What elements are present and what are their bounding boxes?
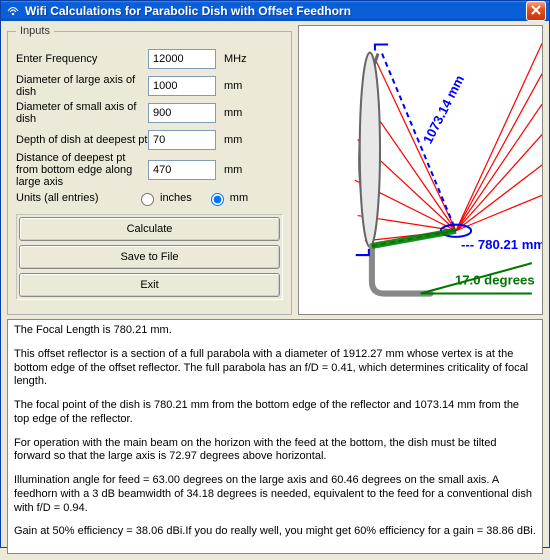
button-group: Calculate Save to File Exit — [16, 214, 283, 300]
dist-deepest-input[interactable] — [148, 160, 216, 180]
frequency-label: Enter Frequency — [16, 53, 148, 65]
small-axis-input[interactable] — [148, 103, 216, 123]
frequency-unit: MHz — [224, 53, 247, 65]
close-icon — [531, 4, 541, 18]
dish-diagram: 1073.14 mm --- 780.21 mm 17.0 degrees — [298, 25, 543, 315]
close-button[interactable] — [526, 1, 546, 21]
app-icon — [5, 3, 21, 19]
titlebar: Wifi Calculations for Parabolic Dish wit… — [1, 1, 549, 21]
depth-unit: mm — [224, 134, 242, 146]
depth-label: Depth of dish at deepest pt — [16, 134, 148, 146]
depth-input[interactable] — [148, 130, 216, 150]
units-label: Units (all entries) — [16, 192, 126, 204]
dist-deepest-label: Distance of deepest pt from bottom edge … — [16, 152, 148, 188]
units-radio-mm-label: mm — [230, 192, 248, 204]
inputs-legend: Inputs — [16, 25, 54, 37]
small-axis-label: Diameter of small axis of dish — [16, 101, 148, 125]
units-radio-inches[interactable]: inches — [136, 190, 192, 206]
large-axis-input[interactable] — [148, 76, 216, 96]
results-p5: Illumination angle for feed = 63.00 degr… — [14, 474, 536, 515]
inputs-group: Inputs Enter Frequency MHz Diameter of l… — [7, 25, 292, 315]
small-axis-unit: mm — [224, 107, 242, 119]
large-axis-unit: mm — [224, 80, 242, 92]
results-p4: For operation with the main beam on the … — [14, 437, 536, 465]
units-radio-mm-input[interactable] — [211, 193, 224, 206]
results-p2: This offset reflector is a section of a … — [14, 348, 536, 389]
exit-button[interactable]: Exit — [19, 273, 280, 297]
diagram-bottom-distance: --- 780.21 mm — [461, 237, 542, 252]
units-radio-inches-label: inches — [160, 192, 192, 204]
results-panel: The Focal Length is 780.21 mm. This offs… — [7, 319, 543, 554]
calculate-button[interactable]: Calculate — [19, 217, 280, 241]
save-button[interactable]: Save to File — [19, 245, 280, 269]
results-p3: The focal point of the dish is 780.21 mm… — [14, 399, 536, 427]
results-p1: The Focal Length is 780.21 mm. — [14, 324, 536, 338]
units-radio-mm[interactable]: mm — [206, 190, 248, 206]
units-radio-inches-input[interactable] — [141, 193, 154, 206]
results-p6: Gain at 50% efficiency = 38.06 dBi.If yo… — [14, 525, 536, 539]
dist-deepest-unit: mm — [224, 164, 242, 176]
app-window: Wifi Calculations for Parabolic Dish wit… — [0, 0, 550, 548]
window-title: Wifi Calculations for Parabolic Dish wit… — [25, 4, 526, 18]
diagram-tilt-angle: 17.0 degrees — [455, 272, 535, 287]
frequency-input[interactable] — [148, 49, 216, 69]
large-axis-label: Diameter of large axis of dish — [16, 74, 148, 98]
diagram-top-distance: 1073.14 mm — [420, 73, 467, 146]
